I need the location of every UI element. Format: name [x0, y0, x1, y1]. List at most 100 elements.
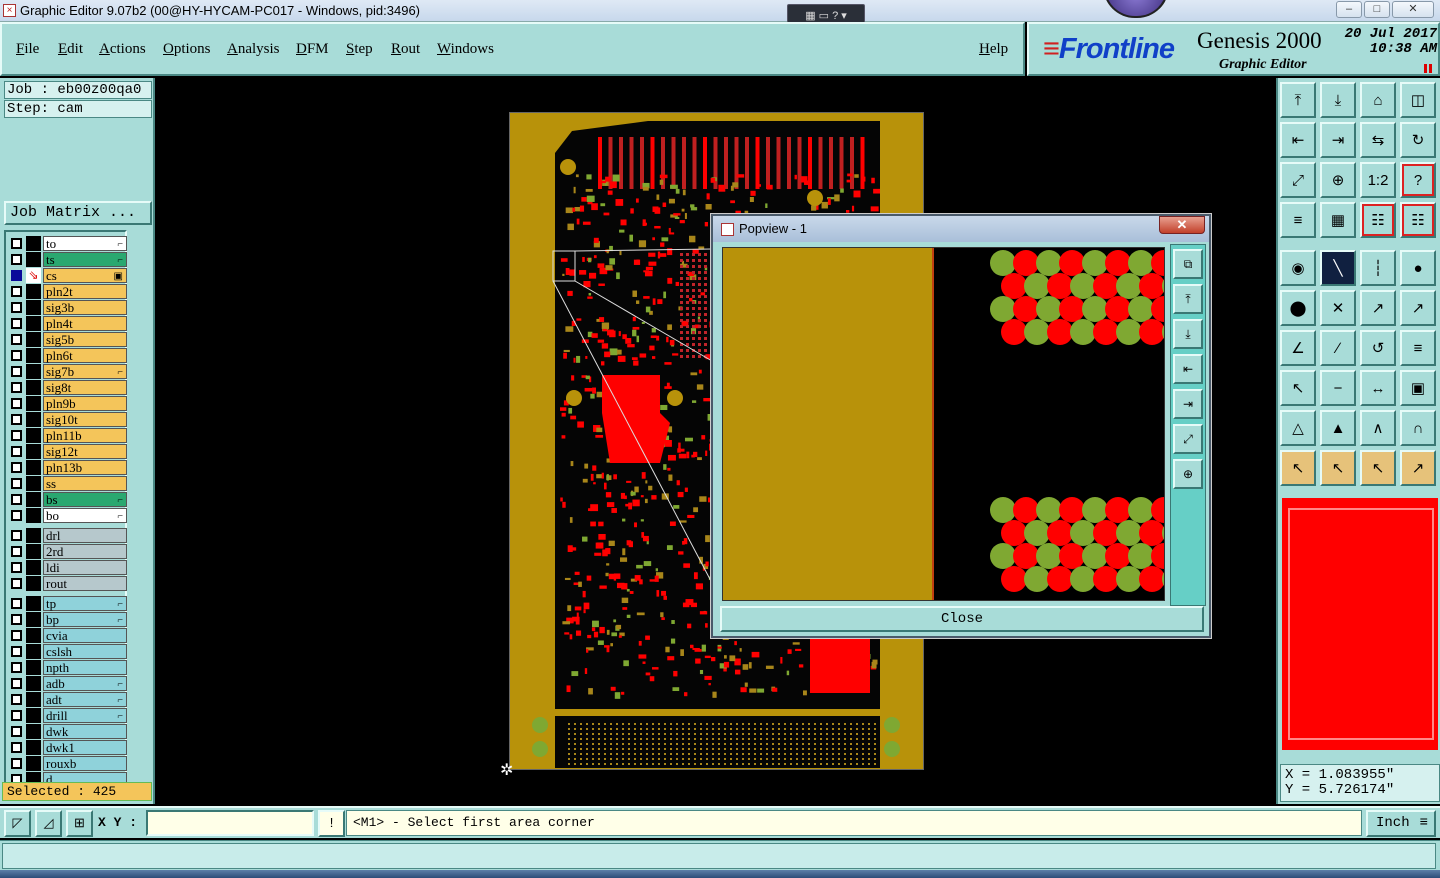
- xy-input[interactable]: [146, 810, 314, 836]
- layer-checkbox[interactable]: [11, 238, 22, 249]
- layer-name[interactable]: 2rd: [43, 544, 127, 559]
- maximize-button[interactable]: □: [1364, 1, 1390, 18]
- layer-state-marker[interactable]: [26, 544, 41, 559]
- menu-edit[interactable]: Edit: [58, 41, 83, 58]
- layer-row-sig3b[interactable]: sig3b: [9, 300, 127, 315]
- stretch-icon[interactable]: ↔: [1360, 370, 1396, 406]
- shapes-icon[interactable]: ▣: [1400, 370, 1436, 406]
- slope-icon[interactable]: ∕: [1320, 330, 1356, 366]
- layer-name[interactable]: cslsh: [43, 644, 127, 659]
- bridge-icon[interactable]: ∩: [1400, 410, 1436, 446]
- menu-analysis[interactable]: Analysis: [227, 41, 280, 58]
- layer-checkbox[interactable]: [11, 462, 22, 473]
- dot-icon[interactable]: ●: [1400, 250, 1436, 286]
- layer-checkbox[interactable]: [11, 270, 22, 281]
- layer-checkbox[interactable]: [11, 530, 22, 541]
- layer-row-dwk1[interactable]: dwk1: [9, 740, 127, 755]
- layer-checkbox[interactable]: [11, 478, 22, 489]
- layer-name[interactable]: pln9b: [43, 396, 127, 411]
- layer-row-bo[interactable]: bo ⌐: [9, 508, 127, 523]
- layer-checkbox[interactable]: [11, 646, 22, 657]
- redraw-icon[interactable]: ↻: [1400, 122, 1436, 158]
- layer-row-sig7b[interactable]: sig7b ⌐: [9, 364, 127, 379]
- popview-titlebar[interactable]: Popview - 1: [713, 216, 1209, 242]
- menu-windows[interactable]: Windows: [437, 41, 494, 58]
- menu-step[interactable]: Step: [346, 41, 373, 58]
- layer-row-ldi[interactable]: ldi: [9, 560, 127, 575]
- layer-checkbox[interactable]: [11, 366, 22, 377]
- layer-state-marker[interactable]: [26, 724, 41, 739]
- pop-fit-icon[interactable]: ⤢: [1173, 424, 1203, 454]
- layer-state-marker[interactable]: [26, 348, 41, 363]
- measure-mode-icon[interactable]: ◿: [35, 810, 62, 837]
- layer-name[interactable]: dwk1: [43, 740, 127, 755]
- layer-name[interactable]: sig3b: [43, 300, 127, 315]
- layer-checkbox[interactable]: [11, 726, 22, 737]
- pop-zoom-icon[interactable]: ⧉: [1173, 249, 1203, 279]
- layer-state-marker[interactable]: [26, 236, 41, 251]
- layer-checkbox[interactable]: [11, 510, 22, 521]
- layer-name[interactable]: dwk: [43, 724, 127, 739]
- layer-row-pln6t[interactable]: pln6t: [9, 348, 127, 363]
- layer-row-ss[interactable]: ss: [9, 476, 127, 491]
- layer-name[interactable]: pln4t: [43, 316, 127, 331]
- layer-name[interactable]: sig10t: [43, 412, 127, 427]
- layer-row-adb[interactable]: adb ⌐: [9, 676, 127, 691]
- layers-icon[interactable]: ≡: [1280, 202, 1316, 238]
- move-icon[interactable]: ↖: [1280, 370, 1316, 406]
- line-icon[interactable]: ╲: [1320, 250, 1356, 286]
- popview-close-button[interactable]: Close: [720, 606, 1204, 632]
- menu-file[interactable]: File: [16, 41, 39, 58]
- layer-row-2rd[interactable]: 2rd: [9, 544, 127, 559]
- pop-save-icon[interactable]: ⤓: [1173, 319, 1203, 349]
- layer-name[interactable]: sig7b ⌐: [43, 364, 127, 379]
- grid-icon[interactable]: ▦: [1320, 202, 1356, 238]
- layer-state-marker[interactable]: [26, 628, 41, 643]
- home-up-icon[interactable]: ⤒: [1280, 82, 1316, 118]
- layer-state-marker[interactable]: [26, 644, 41, 659]
- pop-right-icon[interactable]: ⇥: [1173, 389, 1203, 419]
- layer-name[interactable]: ldi: [43, 560, 127, 575]
- fill-icon[interactable]: ◉: [1280, 250, 1316, 286]
- layer-name[interactable]: tp ⌐: [43, 596, 127, 611]
- layer-state-marker[interactable]: [26, 428, 41, 443]
- alert-icon[interactable]: !: [318, 810, 345, 837]
- layer-state-marker[interactable]: [26, 476, 41, 491]
- layer-checkbox[interactable]: [11, 302, 22, 313]
- color-map-icon[interactable]: ☷: [1360, 202, 1396, 238]
- zoom-select-icon[interactable]: ↖: [1360, 450, 1396, 486]
- panel-icon[interactable]: ◫: [1400, 82, 1436, 118]
- pointer-icon[interactable]: ↖: [1280, 450, 1316, 486]
- layer-checkbox[interactable]: [11, 742, 22, 753]
- layer-name[interactable]: bo ⌐: [43, 508, 127, 523]
- layer-checkbox[interactable]: [11, 446, 22, 457]
- layer-state-marker[interactable]: [26, 332, 41, 347]
- work-layer-icon[interactable]: ⇘: [26, 268, 41, 283]
- layer-name[interactable]: ss: [43, 476, 127, 491]
- job-matrix-button[interactable]: Job Matrix ...: [4, 201, 152, 225]
- layer-checkbox[interactable]: [11, 578, 22, 589]
- layer-state-marker[interactable]: [26, 492, 41, 507]
- pop-center-icon[interactable]: ⊕: [1173, 459, 1203, 489]
- peak-icon[interactable]: ▲: [1320, 410, 1356, 446]
- window-close-button[interactable]: ✕: [1392, 1, 1434, 18]
- layer-row-pln2t[interactable]: pln2t: [9, 284, 127, 299]
- layer-name[interactable]: adb ⌐: [43, 676, 127, 691]
- layer-checkbox[interactable]: [11, 286, 22, 297]
- ruler-icon[interactable]: ┆: [1360, 250, 1396, 286]
- layer-state-marker[interactable]: [26, 316, 41, 331]
- layer-name[interactable]: npth: [43, 660, 127, 675]
- pan-right-icon[interactable]: ⇥: [1320, 122, 1356, 158]
- zoom-fit-icon[interactable]: ⤢: [1280, 162, 1316, 198]
- flip-icon[interactable]: ⇆: [1360, 122, 1396, 158]
- layer-state-marker[interactable]: [26, 460, 41, 475]
- layer-name[interactable]: pln6t: [43, 348, 127, 363]
- pop-home-icon[interactable]: ⤒: [1173, 284, 1203, 314]
- pan-left-icon[interactable]: ⇤: [1280, 122, 1316, 158]
- layer-state-marker[interactable]: [26, 412, 41, 427]
- layer-row-to[interactable]: to ⌐: [9, 236, 127, 251]
- layer-checkbox[interactable]: [11, 546, 22, 557]
- layer-name[interactable]: sig5b: [43, 332, 127, 347]
- snap-mode-icon[interactable]: ◸: [4, 810, 31, 837]
- layer-name[interactable]: bs ⌐: [43, 492, 127, 507]
